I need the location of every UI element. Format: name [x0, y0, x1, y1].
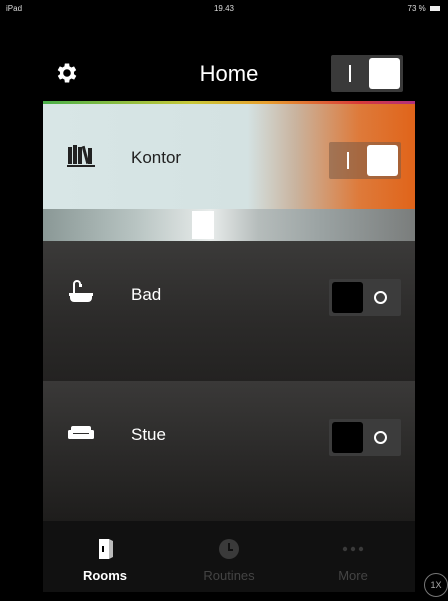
room-name-bad: Bad	[131, 285, 162, 304]
tab-label-more: More	[338, 568, 368, 583]
brightness-slider-handle[interactable]	[192, 211, 214, 239]
room-name-kontor: Kontor	[131, 148, 182, 167]
zoom-badge[interactable]: 1X	[424, 573, 448, 597]
tab-more[interactable]: More	[291, 521, 415, 592]
brightness-slider[interactable]	[43, 209, 415, 241]
tab-label-rooms: Rooms	[82, 568, 128, 583]
kontor-toggle[interactable]	[329, 142, 401, 179]
tab-bar: Rooms Routines More	[43, 521, 415, 592]
stue-toggle[interactable]	[329, 419, 401, 456]
tab-routines[interactable]: Routines	[167, 521, 291, 592]
toggle-off-mark	[374, 291, 387, 304]
door-icon	[99, 539, 113, 559]
toggle-knob[interactable]	[332, 282, 363, 313]
books-icon	[67, 145, 95, 167]
room-name-stue: Stue	[131, 425, 166, 444]
more-dots-icon	[342, 546, 364, 552]
toggle-on-mark	[349, 65, 351, 82]
battery-icon	[430, 6, 440, 12]
status-bar: iPad 19.43 73 %	[0, 0, 448, 16]
status-time: 19.43	[213, 4, 235, 13]
sofa-icon	[68, 426, 94, 439]
toggle-on-mark	[347, 152, 349, 169]
toggle-knob[interactable]	[369, 58, 400, 89]
bad-toggle[interactable]	[329, 279, 401, 316]
toggle-knob[interactable]	[367, 145, 398, 176]
room-row-stue[interactable]: Stue	[43, 381, 415, 521]
hue-app: Home Kontor Bad Stue Rooms Routines More	[43, 46, 415, 592]
home-toggle[interactable]	[331, 55, 403, 92]
battery-percent: 73 %	[407, 4, 426, 13]
tab-label-routines: Routines	[203, 568, 255, 583]
room-row-bad[interactable]: Bad	[43, 241, 415, 381]
tab-rooms[interactable]: Rooms	[43, 521, 167, 592]
battery-status: 73 %	[408, 4, 440, 13]
clock-icon	[219, 539, 239, 559]
header: Home	[43, 46, 415, 101]
bathtub-icon	[69, 280, 93, 302]
room-row-kontor[interactable]: Kontor	[43, 104, 415, 241]
toggle-off-mark	[374, 431, 387, 444]
toggle-knob[interactable]	[332, 422, 363, 453]
